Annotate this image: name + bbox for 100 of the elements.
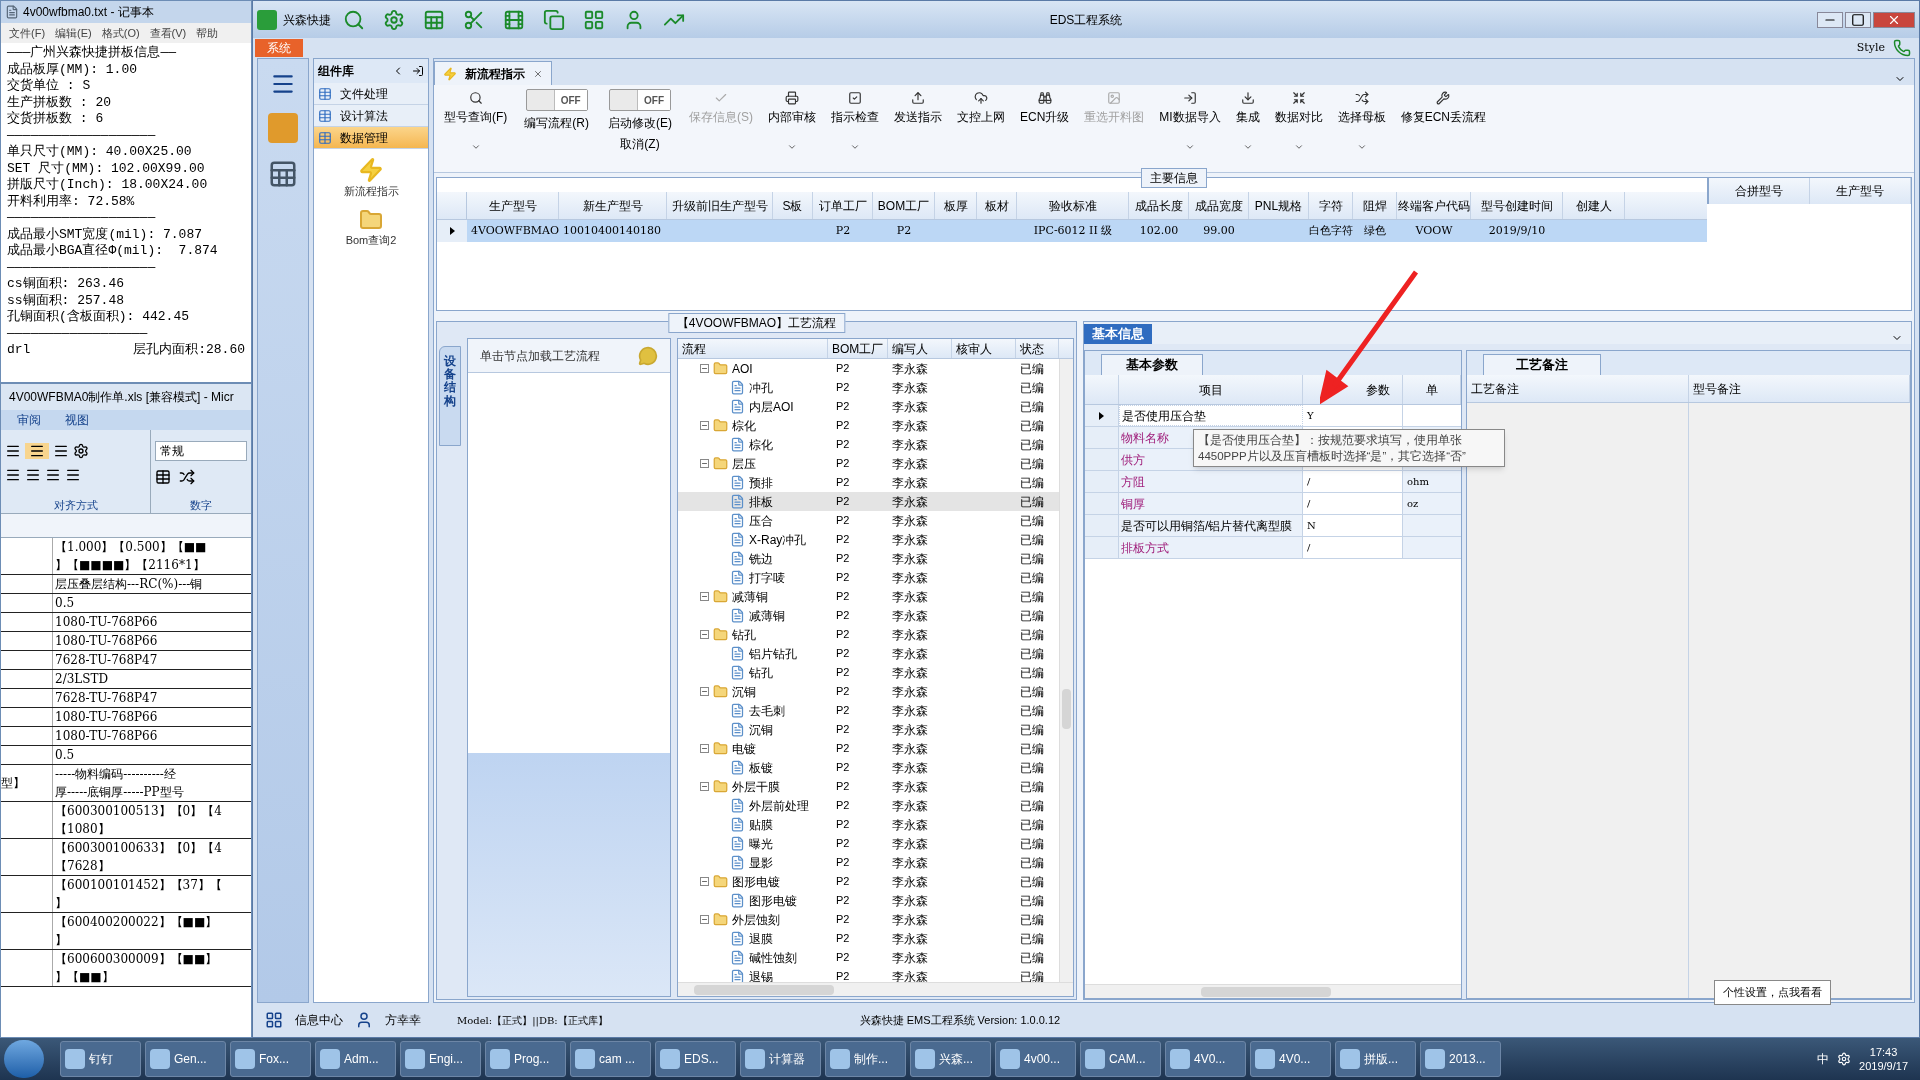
panel-tab[interactable]: 基本信息: [1084, 324, 1152, 344]
column-header[interactable]: 验收标准: [1017, 192, 1129, 219]
toolbar-icon[interactable]: [383, 8, 405, 31]
style-menu[interactable]: Style: [1856, 39, 1885, 57]
column-header[interactable]: 型号备注: [1688, 375, 1910, 402]
taskbar-button[interactable]: Adm...: [315, 1041, 396, 1077]
column-header[interactable]: 工艺备注: [1467, 375, 1689, 402]
taskbar-button[interactable]: 2013...: [1420, 1041, 1501, 1077]
table-row[interactable]: 方阻 / ohm: [1085, 471, 1461, 493]
column-header[interactable]: 合拼型号: [1709, 178, 1810, 204]
toolbar-icon[interactable]: [423, 8, 445, 31]
column-header[interactable]: 编写人: [888, 339, 952, 358]
column-header[interactable]: 项目: [1198, 380, 1223, 399]
column-header[interactable]: 创建人: [1563, 192, 1625, 219]
cancel-button[interactable]: 取消(Z): [620, 135, 660, 153]
taskbar-button[interactable]: Fox...: [230, 1041, 311, 1077]
tool-label[interactable]: Bom查询2: [345, 231, 397, 248]
toggle-switch[interactable]: OFF: [609, 89, 671, 111]
column-header[interactable]: PNL规格: [1249, 192, 1309, 219]
sidebar-item[interactable]: 数据管理: [314, 127, 428, 149]
toolbar-button[interactable]: 发送指示: [888, 89, 948, 126]
menu-item[interactable]: 编辑(E): [55, 24, 92, 42]
tool-label[interactable]: 新流程指示: [343, 183, 399, 200]
expander-icon[interactable]: [700, 421, 709, 430]
taskbar-button[interactable]: Prog...: [485, 1041, 566, 1077]
taskbar-button[interactable]: Gen...: [145, 1041, 226, 1077]
column-header[interactable]: 状态: [1016, 339, 1059, 358]
document-tab[interactable]: 新流程指示: [434, 61, 552, 85]
taskbar-button[interactable]: EDS...: [655, 1041, 736, 1077]
toolbar-button[interactable]: 文控上网: [951, 89, 1011, 126]
taskbar-button[interactable]: 拼版...: [1335, 1041, 1416, 1077]
toolbar-icon[interactable]: [503, 8, 525, 31]
input-method-indicator[interactable]: 中: [1817, 1050, 1830, 1068]
taskbar-button[interactable]: 4V0...: [1250, 1041, 1331, 1077]
toggle-switch[interactable]: OFF: [525, 89, 588, 111]
table-row[interactable]: 排板方式 /: [1085, 537, 1461, 559]
menu-item[interactable]: 帮助: [196, 24, 219, 42]
panel-tab[interactable]: 基本参数: [1101, 354, 1203, 375]
toolbar-icon[interactable]: [343, 8, 365, 31]
expander-icon[interactable]: [700, 782, 709, 791]
maximize-icon[interactable]: [1845, 11, 1871, 28]
scrollbar[interactable]: [1059, 359, 1073, 982]
toolbar-icon[interactable]: [463, 8, 485, 31]
scrollbar[interactable]: [1085, 984, 1461, 998]
taskbar-button[interactable]: cam ...: [570, 1041, 651, 1077]
column-header[interactable]: 成品宽度: [1189, 192, 1249, 219]
column-header[interactable]: 字符: [1309, 192, 1353, 219]
toolbar-button[interactable]: 型号查询(F): [438, 89, 514, 126]
column-header[interactable]: 流程: [678, 339, 828, 358]
taskbar-button[interactable]: 4v00...: [995, 1041, 1076, 1077]
sidebar-item[interactable]: 设计算法: [314, 105, 428, 127]
menu-item[interactable]: 格式(O): [101, 24, 140, 42]
menu-item[interactable]: 查看(V): [149, 24, 187, 42]
popup-message[interactable]: 个性设置，点我看看: [1714, 980, 1831, 1005]
column-header[interactable]: 单: [1425, 380, 1438, 399]
taskbar-button[interactable]: 制作...: [825, 1041, 906, 1077]
calculator-icon[interactable]: [268, 159, 298, 189]
close-icon[interactable]: [1873, 11, 1915, 28]
menu-item[interactable]: 文件(F): [9, 24, 46, 42]
table-row[interactable]: 是否可以用铜箔/铝片替代离型膜 N: [1085, 515, 1461, 537]
column-header[interactable]: 参数: [1366, 380, 1390, 399]
toolbar-button[interactable]: 修复ECN丢流程: [1394, 89, 1493, 126]
expander-icon[interactable]: [700, 364, 709, 373]
grid-icon[interactable]: [265, 1011, 283, 1029]
column-header[interactable]: 升级前旧生产型号: [667, 192, 773, 219]
toolbar-button[interactable]: ECN升级: [1014, 89, 1076, 126]
ribbon-tab[interactable]: 审阅: [17, 411, 41, 429]
toolbar-button[interactable]: 内部审核: [762, 89, 822, 126]
phone-icon[interactable]: [1893, 39, 1911, 57]
column-header[interactable]: S板: [773, 192, 813, 219]
toolbar-button[interactable]: 选择母板: [1331, 89, 1392, 126]
toolbar-button[interactable]: MI数据导入: [1153, 89, 1227, 126]
expander-icon[interactable]: [700, 592, 709, 601]
number-format-field[interactable]: 常规: [155, 441, 247, 462]
caret-icon[interactable]: [470, 142, 481, 152]
toolbar-button[interactable]: 数据对比: [1268, 89, 1329, 126]
column-header[interactable]: 新生产型号: [559, 192, 667, 219]
expander-icon[interactable]: [700, 459, 709, 468]
caret-icon[interactable]: [850, 142, 860, 152]
column-header[interactable]: 阻焊: [1353, 192, 1397, 219]
sidebar-item[interactable]: 文件处理: [314, 83, 428, 105]
column-header[interactable]: 终端客户代码: [1397, 192, 1471, 219]
caret-icon[interactable]: [1356, 142, 1367, 152]
caret-icon[interactable]: [1185, 142, 1195, 152]
column-header[interactable]: 生产型号: [467, 192, 559, 219]
taskbar-button[interactable]: Engi...: [400, 1041, 481, 1077]
taskbar-button[interactable]: 4V0...: [1165, 1041, 1246, 1077]
scrollbar[interactable]: [678, 982, 1073, 996]
column-header[interactable]: 板材: [977, 192, 1017, 219]
expander-icon[interactable]: [700, 630, 709, 639]
toolbar-button[interactable]: 集成: [1229, 89, 1266, 126]
toolbar-icon[interactable]: [583, 8, 605, 31]
column-header[interactable]: BOM工厂: [873, 192, 935, 219]
ribbon-tab[interactable]: 视图: [65, 411, 89, 429]
start-button[interactable]: [4, 1040, 44, 1078]
expander-icon[interactable]: [700, 687, 709, 696]
column-header[interactable]: 核审人: [952, 339, 1016, 358]
expander-icon[interactable]: [700, 744, 709, 753]
column-header[interactable]: 型号创建时间: [1471, 192, 1563, 219]
side-tab[interactable]: 设备结构: [439, 346, 461, 446]
